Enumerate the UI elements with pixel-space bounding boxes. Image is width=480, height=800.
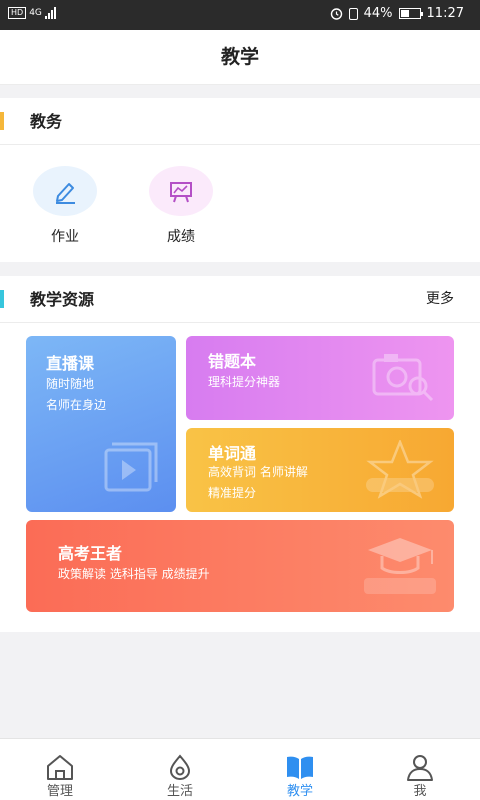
drop-icon	[169, 754, 191, 780]
grades-label: 成绩	[167, 229, 195, 245]
camera-search-icon	[372, 354, 434, 402]
word-pass-sub1: 高效背词 名师讲解	[208, 465, 308, 479]
word-pass-card[interactable]: 单词通 高效背词 名师讲解 精准提分	[186, 428, 454, 512]
tab-teaching[interactable]: 教学	[240, 739, 360, 800]
resources-section: 教学资源 更多 直播课 随时随地 名师在身边 错题本 理科提分神器 单词通 高效…	[0, 276, 480, 632]
clock: 11:27	[426, 6, 464, 21]
house-icon	[47, 755, 73, 780]
live-course-card[interactable]: 直播课 随时随地 名师在身边	[26, 336, 176, 512]
video-play-icon	[104, 442, 158, 492]
battery-percent: 44%	[363, 6, 393, 21]
homework-icon-circle	[33, 166, 97, 216]
resources-header: 教学资源 更多	[0, 276, 480, 323]
mistake-book-sub: 理科提分神器	[208, 375, 281, 389]
chart-board-icon	[170, 182, 192, 203]
tab-life-label: 生活	[166, 784, 193, 799]
word-pass-title: 单词通	[208, 444, 257, 463]
status-left: HD 4G	[8, 7, 56, 19]
signal-icon	[44, 7, 56, 19]
section-accent-bar	[0, 290, 4, 308]
mistake-book-title: 错题本	[208, 352, 257, 371]
hd-indicator: HD	[8, 7, 27, 19]
live-course-sub2: 名师在身边	[46, 398, 107, 412]
resources-title: 教学资源	[30, 290, 95, 309]
book-icon	[287, 756, 313, 779]
vibrate-icon	[348, 7, 358, 20]
page-title: 教学	[0, 30, 480, 85]
battery-icon	[398, 8, 423, 19]
tab-management-label: 管理	[46, 784, 73, 799]
section-accent-bar	[0, 112, 4, 130]
live-course-title: 直播课	[46, 354, 95, 373]
grades-entry[interactable]: 成绩	[148, 166, 214, 246]
homework-entry[interactable]: 作业	[32, 166, 98, 246]
tab-teaching-label: 教学	[286, 784, 313, 799]
word-pass-sub2: 精准提分	[208, 486, 257, 500]
alarm-icon	[330, 8, 342, 20]
mistake-book-card[interactable]: 错题本 理科提分神器	[186, 336, 454, 420]
live-course-sub1: 随时随地	[46, 377, 95, 391]
tab-life[interactable]: 生活	[120, 739, 240, 800]
grades-icon-circle	[149, 166, 213, 216]
gaokao-king-sub: 政策解读 选科指导 成绩提升	[58, 567, 210, 581]
tab-me[interactable]: 我	[360, 739, 480, 800]
pencil-icon	[56, 183, 75, 204]
bottom-tab-bar: 管理 生活 教学 我	[0, 738, 480, 800]
battery-fill	[400, 10, 409, 17]
tab-me-label: 我	[413, 784, 427, 799]
jiaowu-section: 教务 作业 成绩	[0, 98, 480, 262]
homework-label: 作业	[51, 229, 79, 245]
status-bar: HD 4G 44% 11:27	[0, 0, 480, 30]
more-link[interactable]: 更多	[426, 276, 454, 323]
gaokao-king-card[interactable]: 高考王者 政策解读 选科指导 成绩提升	[26, 520, 454, 612]
tab-management[interactable]: 管理	[0, 739, 120, 800]
network-type: 4G	[29, 8, 42, 18]
person-icon	[407, 755, 433, 781]
jiaowu-title: 教务	[30, 112, 63, 131]
graduation-cap-icon	[364, 538, 436, 594]
status-right: 44% 11:27	[330, 6, 464, 21]
star-badge-icon	[366, 438, 434, 499]
jiaowu-header: 教务	[0, 98, 480, 145]
gaokao-king-title: 高考王者	[58, 544, 123, 563]
word-pass-badge	[358, 438, 442, 504]
